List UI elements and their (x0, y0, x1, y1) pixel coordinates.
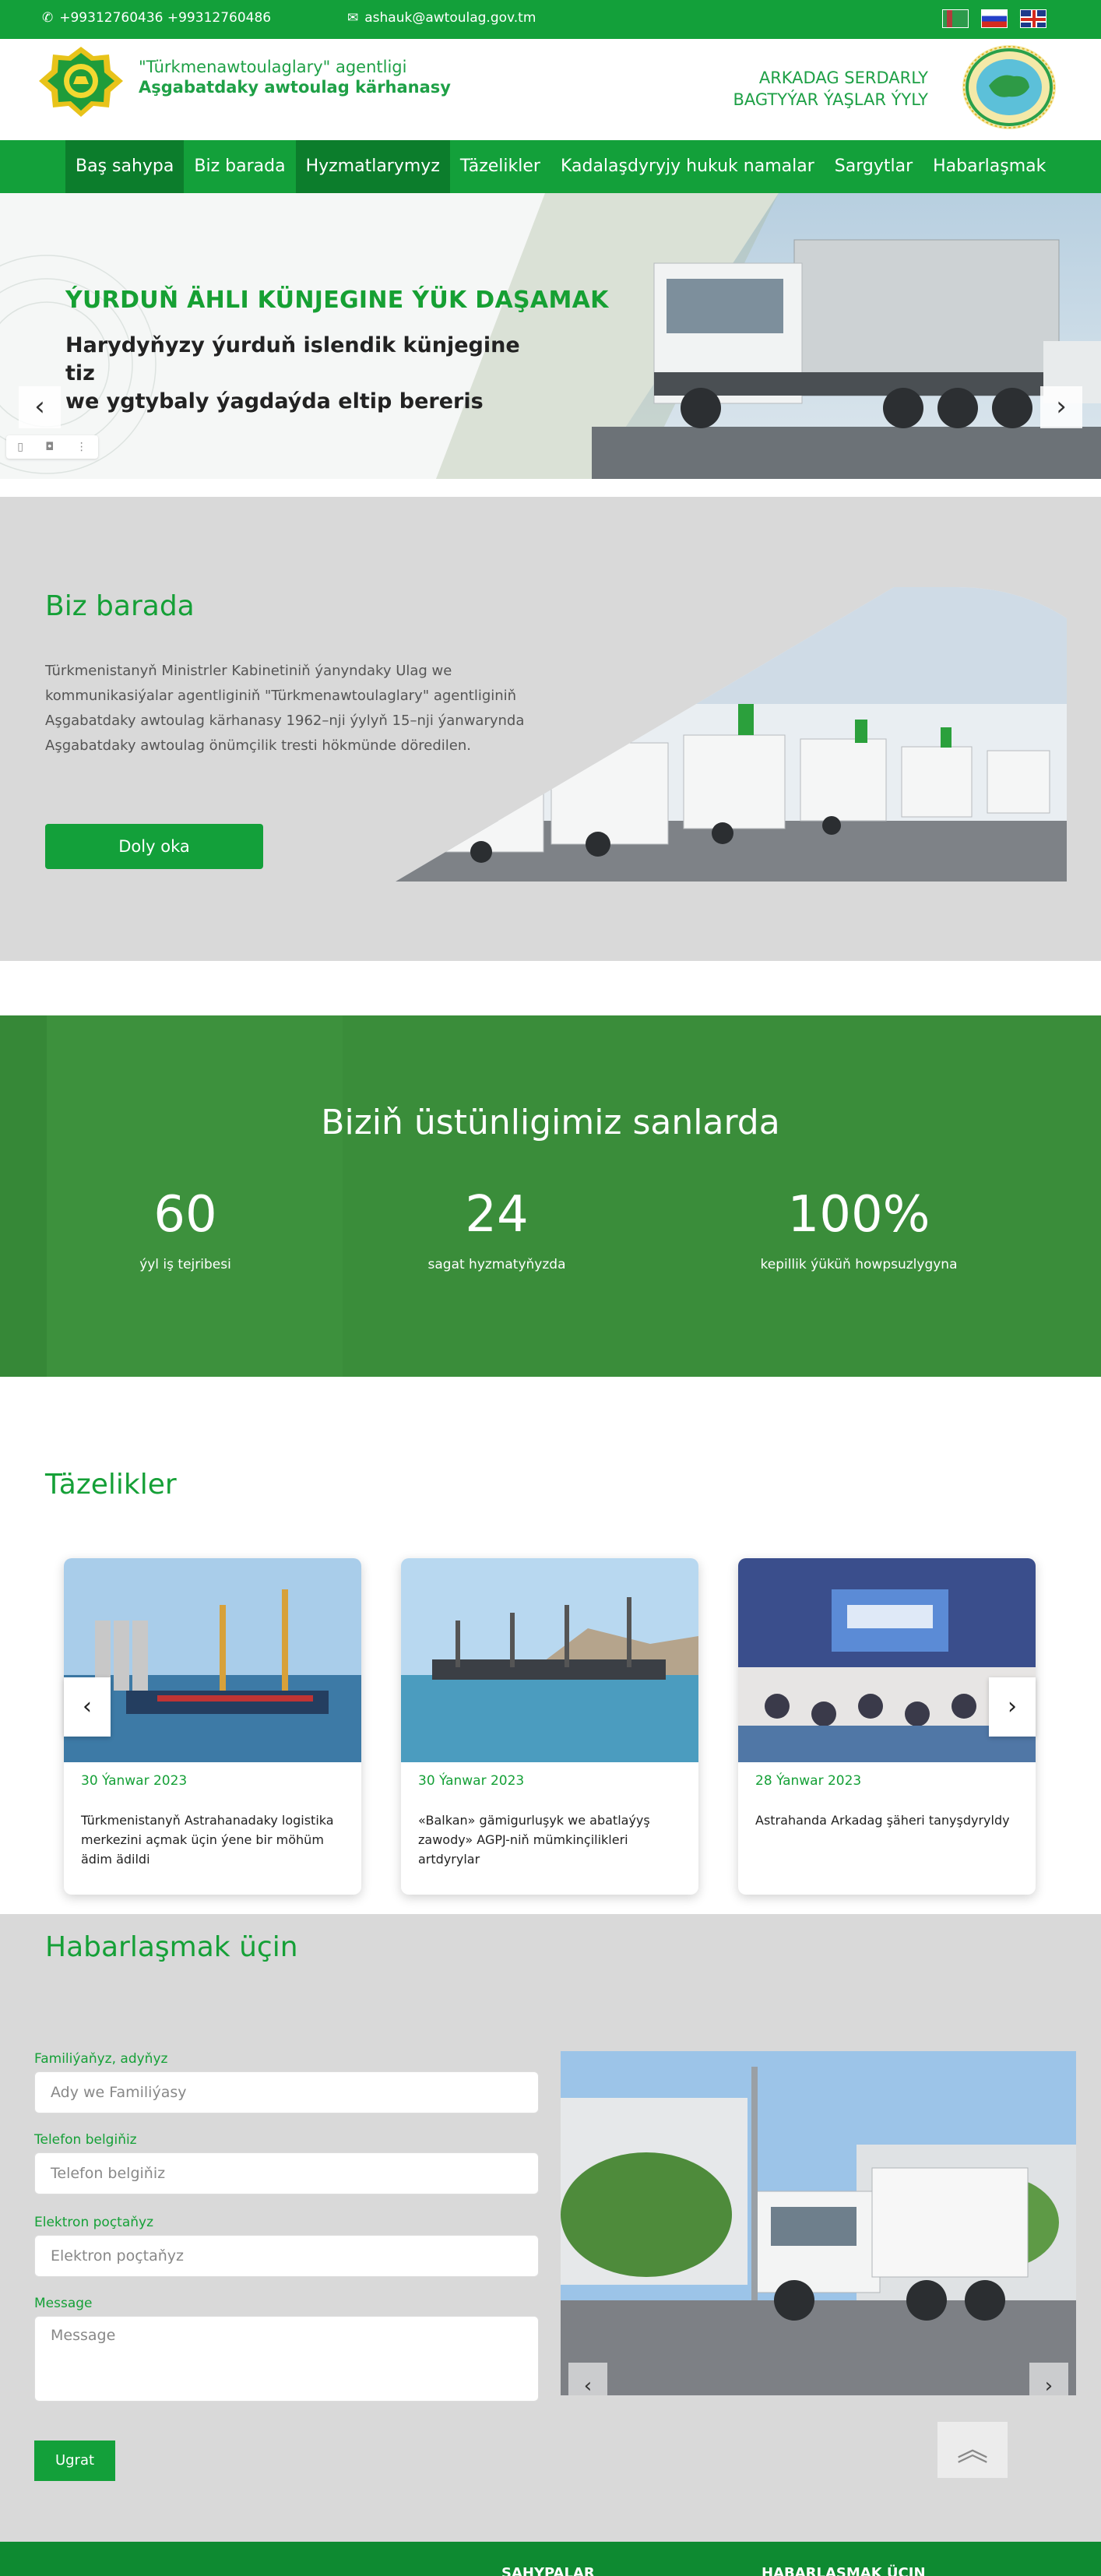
envelope-icon: ✉ (347, 10, 359, 26)
hero-subtitle-line2: we ygtybaly ýagdaýda eltip bereris (65, 389, 484, 413)
news-card[interactable]: 30 Ýanwar 2023 «Balkan» gämigurluşyk we … (401, 1558, 698, 1895)
org-name-line1: "Türkmenawtoulaglary" agentligi (139, 58, 407, 76)
phone-field[interactable]: Telefon belgiňiz (34, 2152, 539, 2194)
nav-item-contact[interactable]: Habarlaşmak (923, 140, 1056, 193)
stats-section: Biziň üstünligimiz sanlarda 60 ýyl iş te… (0, 1015, 1101, 1377)
email-address: ashauk@awtoulag.gov.tm (364, 10, 536, 26)
news-date: 28 Ýanwar 2023 (755, 1773, 862, 1789)
news-next-button[interactable]: › (989, 1677, 1036, 1737)
en-flag-icon[interactable] (1020, 9, 1046, 28)
site-footer: SAHYPALAR HABARLAŞMAK ÜÇIN (0, 2542, 1101, 2576)
news-image-shipyard (401, 1558, 698, 1762)
nav-item-services[interactable]: Hyzmatlarymyz (295, 140, 450, 193)
contact-prev-button[interactable]: ‹ (568, 2363, 607, 2395)
message-field[interactable]: Message (34, 2316, 539, 2402)
year-emblem-icon (962, 45, 1056, 129)
about-section: Biz barada Türkmenistanyň Ministrler Kab… (0, 497, 1101, 961)
main-nav: Baş sahypa Biz barada Hyzmatlarymyz Täze… (0, 140, 1101, 193)
nav-item-news[interactable]: Täzelikler (450, 140, 550, 193)
news-text: Türkmenistanyň Astrahanadaky logistika m… (81, 1813, 334, 1867)
hero-slider: ÝURDUŇ ÄHLI KÜNJEGINE ÝÜK DAŞAMAK Harydy… (0, 193, 1101, 479)
email-label: Elektron poçtaňyz (34, 2215, 154, 2230)
name-field[interactable]: Ady we Familiýasy (34, 2071, 539, 2113)
company-logo[interactable] (34, 45, 128, 118)
stat-guarantee: 100% kepillik ýüküň howpsuzlygyna (719, 1184, 999, 1272)
dump-truck-image (561, 2051, 1076, 2395)
more-options-icon[interactable]: ⋮ (76, 441, 87, 453)
nav-item-home[interactable]: Baş sahypa (65, 140, 185, 193)
email-field[interactable]: Elektron poçtaňyz (34, 2235, 539, 2277)
contact-section: Habarlaşmak üçin Familiýaňyz, adyňyz Ady… (0, 1914, 1101, 2542)
contact-next-button[interactable]: › (1029, 2363, 1068, 2395)
stat-number: 60 (153, 1186, 217, 1244)
about-title: Biz barada (45, 590, 195, 622)
hero-title: ÝURDUŇ ÄHLI KÜNJEGINE ÝÜK DAŞAMAK (65, 287, 609, 314)
language-switcher (942, 9, 1046, 28)
stat-number: 100% (787, 1186, 930, 1244)
news-text: «Balkan» gämigurluşyk we abatlaýyş zawod… (418, 1813, 650, 1867)
org-name-line2: Aşgabatdaky awtoulag kärhanasy (139, 78, 451, 97)
news-date: 30 Ýanwar 2023 (418, 1773, 525, 1789)
contact-slider: ‹ › (561, 2051, 1076, 2395)
stat-number: 24 (465, 1186, 529, 1244)
stat-label: kepillik ýüküň howpsuzlygyna (760, 1257, 958, 1272)
hero-subtitle-line1: Harydyňyzy ýurduň islendik künjegine tiz (65, 333, 520, 385)
hero-subtitle: Harydyňyzy ýurduň islendik künjegine tiz… (65, 332, 533, 416)
nav-item-about[interactable]: Biz barada (184, 140, 295, 193)
stat-hours: 24 sagat hyzmatyňyzda (357, 1184, 637, 1272)
contact-title: Habarlaşmak üçin (45, 1931, 298, 1963)
camera-icon[interactable]: ◘ (45, 441, 54, 453)
read-more-button[interactable]: Doly oka (45, 824, 263, 869)
motto-line1: ARKADAG SERDARLY (758, 69, 928, 87)
footer-pages-heading: SAHYPALAR (501, 2565, 595, 2576)
stat-label: ýyl iş tejribesi (139, 1257, 231, 1272)
ru-flag-icon[interactable] (981, 9, 1008, 28)
footer-contact-heading: HABARLAŞMAK ÜÇIN (762, 2565, 926, 2576)
nav-item-legal-acts[interactable]: Kadalaşdyryjy hukuk namalar (550, 140, 825, 193)
news-date: 30 Ýanwar 2023 (81, 1773, 188, 1789)
top-bar: ✆ +99312760436 +99312760486 ✉ ashauk@awt… (0, 0, 1101, 39)
year-motto: ARKADAG SERDARLY BAGTYÝAR ÝAŞLAR ÝYLY (733, 67, 928, 111)
tm-flag-icon[interactable] (942, 9, 969, 28)
news-prev-button[interactable]: ‹ (64, 1677, 111, 1737)
about-trucks-image (396, 587, 1067, 882)
hero-next-button[interactable]: › (1040, 386, 1082, 428)
stats-title: Biziň üstünligimiz sanlarda (321, 1103, 780, 1142)
hero-prev-button[interactable]: ‹ (19, 386, 61, 428)
motto-line2: BAGTYÝAR ÝAŞLAR ÝYLY (733, 90, 928, 109)
message-label: Message (34, 2296, 93, 2311)
phone-icon: ✆ (42, 10, 54, 26)
scroll-to-top-button[interactable]: ︽ (937, 2422, 1008, 2478)
email-contact[interactable]: ✉ ashauk@awtoulag.gov.tm (347, 10, 536, 26)
site-header: "Türkmenawtoulaglary" agentligi Aşgabatd… (0, 39, 1101, 140)
image-tools: ▯ ◘ ⋮ (6, 435, 98, 459)
phone-contact[interactable]: ✆ +99312760436 +99312760486 (42, 10, 271, 26)
phone-numbers: +99312760436 +99312760486 (59, 10, 272, 26)
name-label: Familiýaňyz, adyňyz (34, 2051, 168, 2067)
news-title: Täzelikler (45, 1469, 177, 1501)
stat-label: sagat hyzmatyňyzda (427, 1257, 566, 1272)
stat-experience: 60 ýyl iş tejribesi (45, 1184, 325, 1272)
nav-item-orders[interactable]: Sargytlar (825, 140, 923, 193)
phone-label: Telefon belgiňiz (34, 2132, 137, 2148)
bookmark-icon[interactable]: ▯ (17, 441, 23, 453)
news-text: Astrahanda Arkadag şäheri tanyşdyryldy (755, 1813, 1010, 1828)
send-button[interactable]: Ugrat (34, 2441, 115, 2481)
